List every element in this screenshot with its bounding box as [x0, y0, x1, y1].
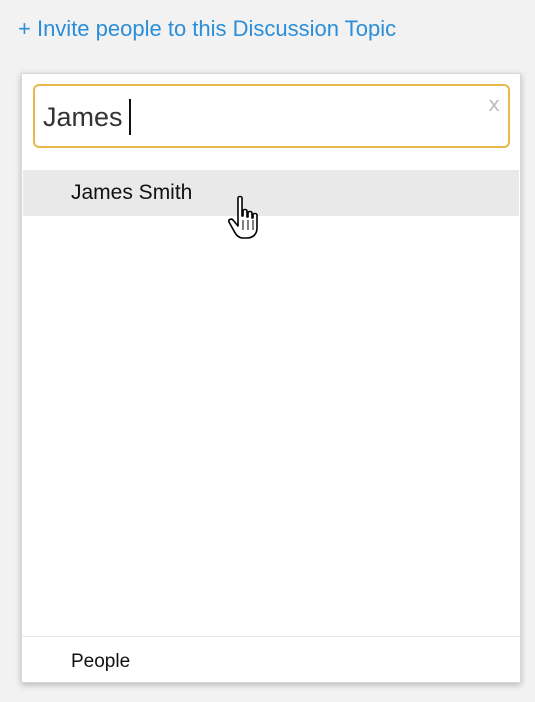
list-item[interactable]: James Smith	[23, 170, 519, 216]
footer-divider	[22, 636, 520, 637]
search-box[interactable]: x	[33, 84, 510, 148]
results-category-label: People	[71, 651, 131, 672]
text-caret	[129, 99, 131, 135]
close-icon[interactable]: x	[488, 94, 500, 114]
invite-people-link[interactable]: + Invite people to this Discussion Topic	[18, 16, 396, 42]
people-picker-dropdown: x James Smith People	[21, 73, 521, 683]
hand-pointer-icon	[228, 195, 258, 239]
people-search-input[interactable]	[43, 98, 463, 136]
invite-people-panel: + Invite people to this Discussion Topic…	[0, 0, 535, 702]
